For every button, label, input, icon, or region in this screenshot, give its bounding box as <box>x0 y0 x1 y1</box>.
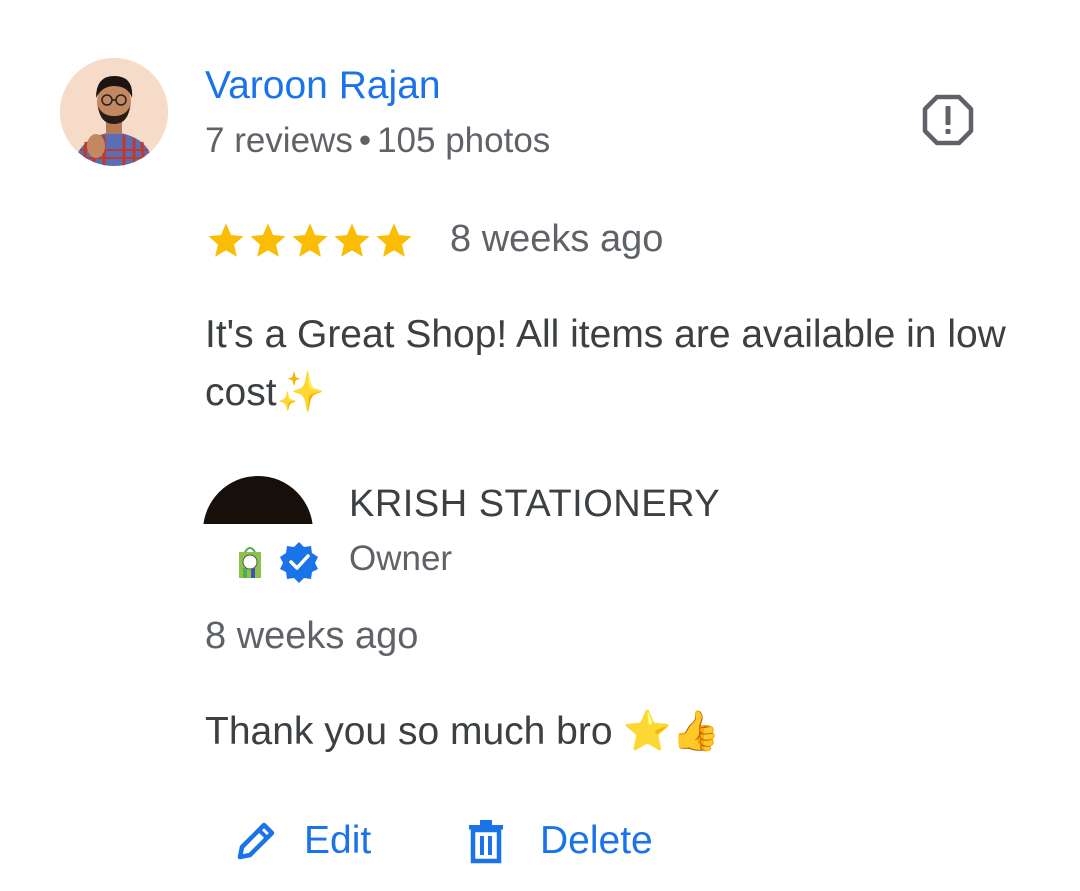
owner-name: KRISH STATIONERY <box>349 483 721 525</box>
meta-separator: • <box>358 121 372 160</box>
reply-text: Thank you so much bro ⭐👍 <box>205 710 721 753</box>
star-icon <box>250 223 286 257</box>
trash-icon <box>469 820 503 864</box>
star-icon <box>376 223 412 257</box>
delete-button[interactable]: Delete <box>462 817 653 865</box>
reviewer-avatar[interactable] <box>60 58 168 166</box>
delete-label: Delete <box>540 819 653 862</box>
owner-role: Owner <box>349 539 453 578</box>
report-icon <box>922 94 974 146</box>
reply-date: 8 weeks ago <box>205 615 419 657</box>
pencil-icon <box>237 822 275 860</box>
star-rating <box>205 220 415 262</box>
star-icon <box>334 223 370 257</box>
reviewer-meta: 7 reviews • 105 photos <box>205 121 550 161</box>
review-date: 8 weeks ago <box>450 218 664 260</box>
edit-button[interactable]: Edit <box>232 817 371 865</box>
verified-badge-icon <box>277 540 321 584</box>
report-button[interactable] <box>920 92 976 148</box>
verified-badge <box>276 539 322 585</box>
reviewer-name[interactable]: Varoon Rajan <box>205 64 441 108</box>
review-text: It's a Great Shop! All items are availab… <box>205 313 1006 414</box>
reviewer-photo <box>60 58 168 166</box>
reviews-count: 7 reviews <box>205 121 353 160</box>
edit-label: Edit <box>304 819 372 862</box>
photos-count: 105 photos <box>377 121 551 160</box>
star-icon <box>292 223 328 257</box>
star-icon <box>208 223 244 257</box>
